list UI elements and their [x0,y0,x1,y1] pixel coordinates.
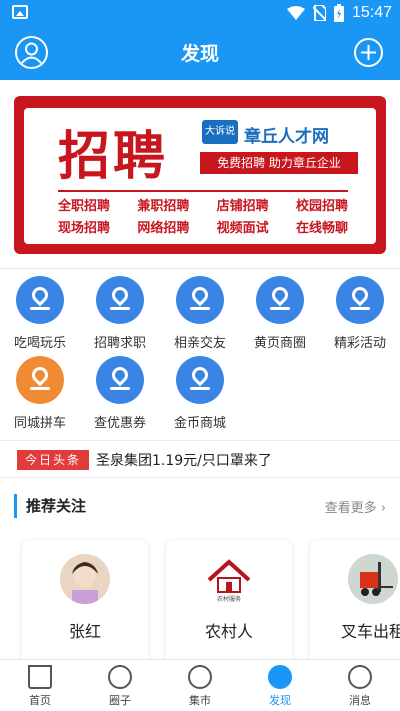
location-icon [256,276,304,324]
grid-item-label: 精彩活动 [333,336,386,351]
page-title: 发现 [180,43,219,65]
location-icon [176,276,224,324]
home-icon [28,665,52,689]
add-button[interactable] [354,38,383,67]
view-more-link[interactable]: 查看更多 › [325,497,386,516]
location-icon [16,356,64,404]
tab-discover[interactable]: 发现 [240,660,320,711]
tab-label: 发现 [269,694,291,707]
grid-item-carpool[interactable]: 同城拼车 [0,356,80,431]
headline-tag: 今日头条 [17,450,89,470]
banner-site-name: 章丘人才网 [244,127,329,147]
card-name: 农村人 [204,622,253,641]
grid-item-label: 查优惠券 [93,416,146,431]
banner-logo: 大诉说 [202,120,238,144]
location-icon [96,276,144,324]
banner-row: 现场招聘 网络招聘 视频面试 在线畅聊 [58,217,348,239]
tab-home[interactable]: 首页 [0,660,80,711]
image-notification-icon [12,5,28,19]
battery-icon [333,4,344,22]
status-bar: 15:47 [0,0,400,26]
banner-service: 视频面试 [216,221,269,236]
wifi-icon [286,6,305,20]
grid-item-label: 同城拼车 [13,416,66,431]
tab-messages[interactable]: 消息 [320,660,400,711]
avatar [60,554,110,604]
house-logo-icon: 农村服务 [207,559,251,603]
banner-service: 全职招聘 [58,199,111,214]
tab-market[interactable]: 集市 [160,660,240,711]
banner-service: 网络招聘 [137,221,190,236]
banner-service: 在线畅聊 [295,221,348,236]
tab-label: 圈子 [109,694,131,707]
grid-item-label: 黄页商圈 [253,336,306,351]
banner-row: 全职招聘 兼职招聘 店铺招聘 校园招聘 [58,195,348,217]
grid-item-dating[interactable]: 相亲交友 [160,276,240,351]
banner-services: 全职招聘 兼职招聘 店铺招聘 校园招聘 现场招聘 网络招聘 视频面试 在线畅聊 [58,195,348,239]
child-avatar-icon [60,554,110,604]
recommend-cards[interactable]: 张红 农村服务 农村人 叉车出租 [22,540,400,659]
avatar: 农村服务 [204,554,254,604]
banner-service: 现场招聘 [58,221,111,236]
card-name: 张红 [68,622,101,641]
discover-icon [268,665,292,689]
banner-service: 店铺招聘 [216,199,269,214]
tab-label: 集市 [189,694,211,707]
banner-service: 校园招聘 [295,199,348,214]
svg-text:农村服务: 农村服务 [217,595,241,603]
avatar [348,554,398,604]
grid-item-label: 相亲交友 [173,336,226,351]
grid-item-coin-mall[interactable]: 金币商城 [160,356,240,431]
recommend-title: 推荐关注 [14,494,86,518]
recommend-card[interactable]: 张红 [22,540,148,659]
market-icon [188,665,212,689]
card-name: 叉车出租 [340,622,400,641]
grid-item-label: 招聘求职 [93,336,146,351]
recommend-card[interactable]: 叉车出租 [310,540,400,659]
tab-label: 消息 [349,694,371,707]
circle-icon [108,665,132,689]
view-more-label: 查看更多 [324,501,377,516]
bottom-tab-bar: 首页 圈子 集市 发现 消息 [0,659,400,711]
banner-service: 兼职招聘 [137,199,190,214]
tab-circle[interactable]: 圈子 [80,660,160,711]
location-icon [96,356,144,404]
status-time: 15:47 [351,4,392,21]
banner-slogan: 免费招聘 助力章丘企业 [200,152,358,174]
recruitment-banner[interactable]: 招聘 大诉说 章丘人才网 免费招聘 助力章丘企业 全职招聘 兼职招聘 店铺招聘 … [14,96,386,254]
banner-divider [58,190,348,192]
grid-item-yellow-pages[interactable]: 黄页商圈 [240,276,320,351]
banner-panel: 招聘 大诉说 章丘人才网 免费招聘 助力章丘企业 全职招聘 兼职招聘 店铺招聘 … [24,108,376,244]
grid-item-label: 吃喝玩乐 [13,336,66,351]
no-sim-icon [312,5,326,21]
news-headline[interactable]: 今日头条 圣泉集团1.19元/只口罩来了 [0,440,400,478]
status-icons: 15:47 [286,2,392,24]
grid-item-recruitment[interactable]: 招聘求职 [80,276,160,351]
chevron-right-icon: › [380,501,386,516]
tab-label: 首页 [29,694,51,707]
location-icon [16,276,64,324]
plus-icon [361,45,376,60]
message-icon [348,665,372,689]
grid-item-events[interactable]: 精彩活动 [320,276,400,351]
grid-item-label: 金币商城 [173,416,226,431]
forklift-icon [348,554,398,604]
section-divider [0,268,400,269]
recommend-card[interactable]: 农村服务 农村人 [166,540,292,659]
location-icon [336,276,384,324]
location-icon [176,356,224,404]
banner-big-text: 招聘 [58,127,169,187]
grid-item-eat-drink[interactable]: 吃喝玩乐 [0,276,80,351]
discover-content[interactable]: 招聘 大诉说 章丘人才网 免费招聘 助力章丘企业 全职招聘 兼职招聘 店铺招聘 … [0,80,400,659]
app-header: 发现 [0,26,400,80]
grid-item-coupons[interactable]: 查优惠券 [80,356,160,431]
headline-text[interactable]: 圣泉集团1.19元/只口罩来了 [96,450,272,470]
